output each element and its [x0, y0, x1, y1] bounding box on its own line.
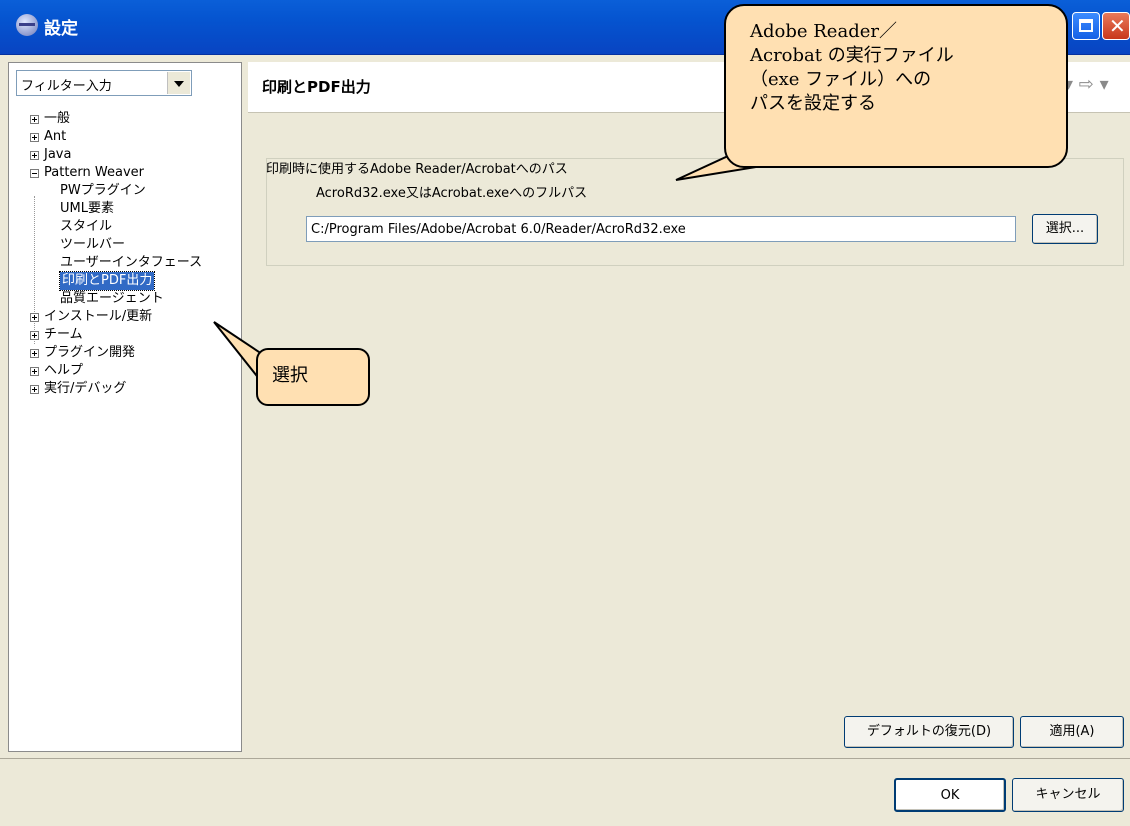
expand-icon[interactable]: [30, 331, 39, 340]
close-button[interactable]: [1102, 12, 1130, 40]
ok-button[interactable]: OK: [894, 778, 1006, 812]
apply-button[interactable]: 適用(A): [1020, 716, 1124, 748]
app-icon: [16, 14, 38, 36]
expand-icon[interactable]: [30, 115, 39, 124]
tree-item-label: ユーザーインタフェース: [60, 255, 203, 270]
tree-item-label: プラグイン開発: [44, 345, 136, 360]
tree-item-label: 一般: [44, 111, 71, 126]
select-callout: 選択: [256, 348, 370, 406]
nav-arrows[interactable]: ▾ ⇨ ▾: [1064, 74, 1109, 95]
tree-item-label: UML要素: [60, 201, 114, 216]
tree-item-label: スタイル: [60, 219, 113, 234]
expand-icon[interactable]: [30, 367, 39, 376]
window-title: 設定: [44, 19, 78, 39]
group-legend: 印刷時に使用するAdobe Reader/Acrobatへのパス: [266, 162, 568, 177]
expand-icon[interactable]: [30, 151, 39, 160]
cancel-button[interactable]: キャンセル: [1012, 778, 1124, 812]
page-title: 印刷とPDF出力: [262, 78, 371, 96]
tree-item-label-selected: 印刷とPDF出力: [58, 271, 156, 291]
tree-item-label: チーム: [44, 327, 83, 342]
callout-line: （exe ファイル）への: [750, 69, 932, 90]
collapse-icon[interactable]: [30, 169, 39, 178]
tree-item-label: PWプラグイン: [60, 183, 146, 198]
chevron-down-icon[interactable]: ▾: [1100, 74, 1109, 95]
restore-defaults-button[interactable]: デフォルトの復元(D): [844, 716, 1014, 748]
tree-item-label: Java: [44, 147, 72, 162]
callout-line: Adobe Reader／: [750, 21, 897, 42]
tree-item-label: ヘルプ: [44, 363, 84, 378]
expand-icon[interactable]: [30, 313, 39, 322]
browse-button[interactable]: 選択...: [1032, 214, 1098, 244]
tree-item-label: Pattern Weaver: [44, 165, 144, 180]
callout-line: パスを設定する: [750, 93, 876, 114]
footer-divider: [0, 758, 1130, 759]
maximize-button[interactable]: [1072, 12, 1100, 40]
tree-item-label: インストール/更新: [44, 309, 153, 324]
expand-icon[interactable]: [30, 349, 39, 358]
forward-arrow-icon[interactable]: ⇨: [1079, 74, 1094, 95]
tree-item-label: Ant: [44, 129, 67, 144]
path-label: AcroRd32.exe又はAcrobat.exeへのフルパス: [316, 186, 588, 201]
filter-combobox[interactable]: フィルター入力: [16, 70, 192, 96]
expand-icon[interactable]: [30, 385, 39, 394]
tree-item-label: 実行/デバッグ: [44, 381, 127, 396]
path-input[interactable]: [306, 216, 1016, 242]
filter-value: フィルター入力: [21, 79, 112, 94]
expand-icon[interactable]: [30, 133, 39, 142]
chevron-down-icon[interactable]: [167, 72, 190, 94]
tree-item-label: 品質エージェント: [60, 291, 164, 306]
tree-item-label: ツールバー: [60, 237, 126, 252]
path-callout: Adobe Reader／ Acrobat の実行ファイル （exe ファイル）…: [724, 4, 1068, 168]
callout-line: Acrobat の実行ファイル: [750, 45, 954, 66]
